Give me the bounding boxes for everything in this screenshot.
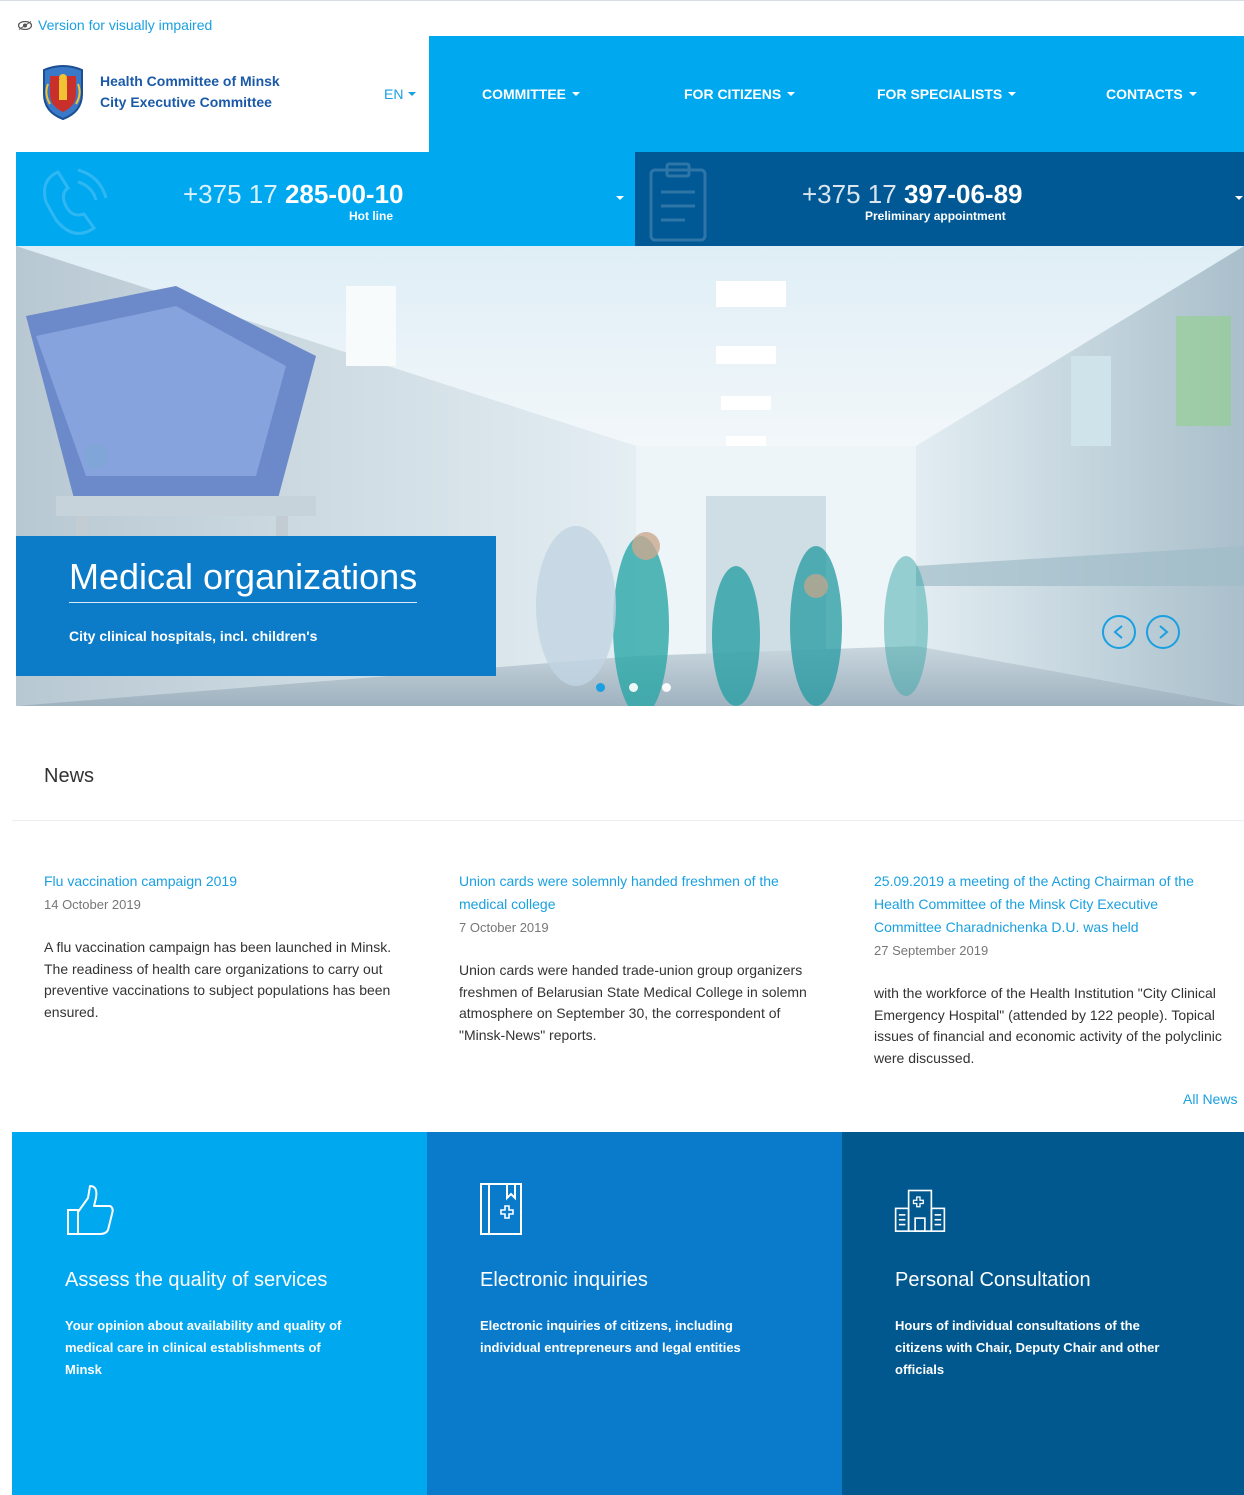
header-brand: Health Committee of Minsk City Executive… (16, 36, 429, 152)
org-name[interactable]: Health Committee of Minsk City Executive… (100, 71, 280, 113)
clipboard-icon (649, 162, 707, 242)
news-excerpt: with the workforce of the Health Institu… (874, 985, 1222, 1066)
news-item: Flu vaccination campaign 2019 14 October… (44, 870, 394, 1023)
tile-description: Electronic inquiries of citizens, includ… (480, 1318, 741, 1355)
appointment-bar[interactable]: +375 17 397-06-89 Preliminary appointmen… (635, 152, 1244, 246)
news-excerpt: Union cards were handed trade-union grou… (459, 962, 807, 1043)
appointment-label: Preliminary appointment (865, 209, 1006, 223)
chevron-down-icon[interactable] (616, 196, 624, 200)
appointment-number[interactable]: +375 17 397-06-89 (802, 179, 1023, 210)
chevron-down-icon (408, 92, 417, 96)
chevron-left-icon (1113, 625, 1123, 639)
news-item: Union cards were solemnly handed freshme… (459, 870, 809, 1046)
thumbs-up-icon (67, 1185, 114, 1235)
nav-item-contacts[interactable]: CONTACTS (1106, 86, 1197, 102)
chevron-down-icon (787, 92, 796, 96)
news-title-link[interactable]: 25.09.2019 a meeting of the Acting Chair… (874, 870, 1222, 939)
visually-impaired-link[interactable]: Version for visually impaired (18, 17, 212, 33)
nav-item-label: FOR SPECIALISTS (877, 86, 1003, 102)
phone-main: 397-06-89 (903, 179, 1023, 209)
nav-item-for-specialists[interactable]: FOR SPECIALISTS (877, 86, 1017, 102)
tile-title: Assess the quality of services (65, 1269, 328, 1291)
hotline-label: Hot line (349, 209, 393, 223)
hero-slider: Medical organizations City clinical hosp… (16, 246, 1244, 706)
slider-dot[interactable] (662, 683, 671, 692)
slider-dot[interactable] (629, 683, 638, 692)
chevron-down-icon (572, 92, 580, 96)
org-name-line1: Health Committee of Minsk (100, 73, 280, 89)
tile-title: Personal Consultation (895, 1269, 1091, 1291)
chevron-down-icon (1008, 92, 1017, 96)
hero-subtitle: City clinical hospitals, incl. children'… (69, 628, 318, 644)
chevron-down-icon[interactable] (1235, 196, 1243, 200)
news-date: 7 October 2019 (459, 920, 549, 935)
hero-caption[interactable]: Medical organizations City clinical hosp… (16, 536, 496, 676)
all-news-link[interactable]: All News (1183, 1091, 1237, 1107)
tile-assess-quality[interactable]: Assess the quality of services Your opin… (12, 1132, 427, 1495)
nav-item-label: CONTACTS (1106, 86, 1183, 102)
tile-electronic-inquiries[interactable]: Electronic inquiries Electronic inquirie… (427, 1132, 842, 1495)
coat-of-arms-logo[interactable] (40, 64, 86, 120)
nav-item-label: FOR CITIZENS (684, 86, 782, 102)
slider-prev-button[interactable] (1102, 615, 1136, 649)
tile-title: Electronic inquiries (480, 1269, 648, 1291)
visually-impaired-label: Version for visually impaired (38, 17, 213, 33)
news-title-link[interactable]: Flu vaccination campaign 2019 (44, 870, 394, 893)
slider-dot[interactable] (596, 683, 605, 692)
tile-personal-consultation[interactable]: Personal Consultation Hours of individua… (842, 1132, 1244, 1495)
medical-book-icon (480, 1183, 522, 1235)
tile-description: Hours of individual consultations of the… (895, 1318, 1160, 1377)
news-date: 27 September 2019 (874, 943, 989, 958)
phone-prefix: +375 17 (802, 179, 897, 209)
news-date: 14 October 2019 (44, 897, 141, 912)
slider-dots (596, 683, 671, 692)
eye-icon (18, 20, 32, 30)
chevron-right-icon (1159, 625, 1169, 639)
news-item: 25.09.2019 a meeting of the Acting Chair… (874, 870, 1222, 1069)
nav-item-label: COMMITTEE (482, 86, 566, 102)
slider-next-button[interactable] (1146, 615, 1180, 649)
phone-icon (43, 168, 108, 235)
hotline-bar[interactable]: +375 17 285-00-10 Hot line (16, 152, 635, 246)
tile-description: Your opinion about availability and qual… (65, 1318, 342, 1377)
phone-prefix: +375 17 (183, 179, 278, 209)
org-name-line2: City Executive Committee (100, 94, 272, 110)
phone-main: 285-00-10 (284, 179, 404, 209)
news-title-link[interactable]: Union cards were solemnly handed freshme… (459, 870, 809, 916)
utility-bar: Version for visually impaired (0, 0, 1244, 36)
hero-title[interactable]: Medical organizations (69, 556, 418, 603)
hospital-building-icon (894, 1189, 946, 1232)
hotline-number[interactable]: +375 17 285-00-10 (183, 179, 404, 210)
nav-item-committee[interactable]: COMMITTEE (482, 86, 580, 102)
main-nav: COMMITTEE FOR CITIZENS FOR SPECIALISTS C… (429, 36, 1244, 152)
nav-item-for-citizens[interactable]: FOR CITIZENS (684, 86, 796, 102)
news-heading: News (44, 765, 95, 787)
news-excerpt: A flu vaccination campaign has been laun… (44, 939, 392, 1020)
language-label: EN (384, 86, 404, 102)
chevron-down-icon (1188, 92, 1197, 96)
language-selector[interactable]: EN (384, 86, 417, 102)
news-divider (12, 820, 1244, 821)
